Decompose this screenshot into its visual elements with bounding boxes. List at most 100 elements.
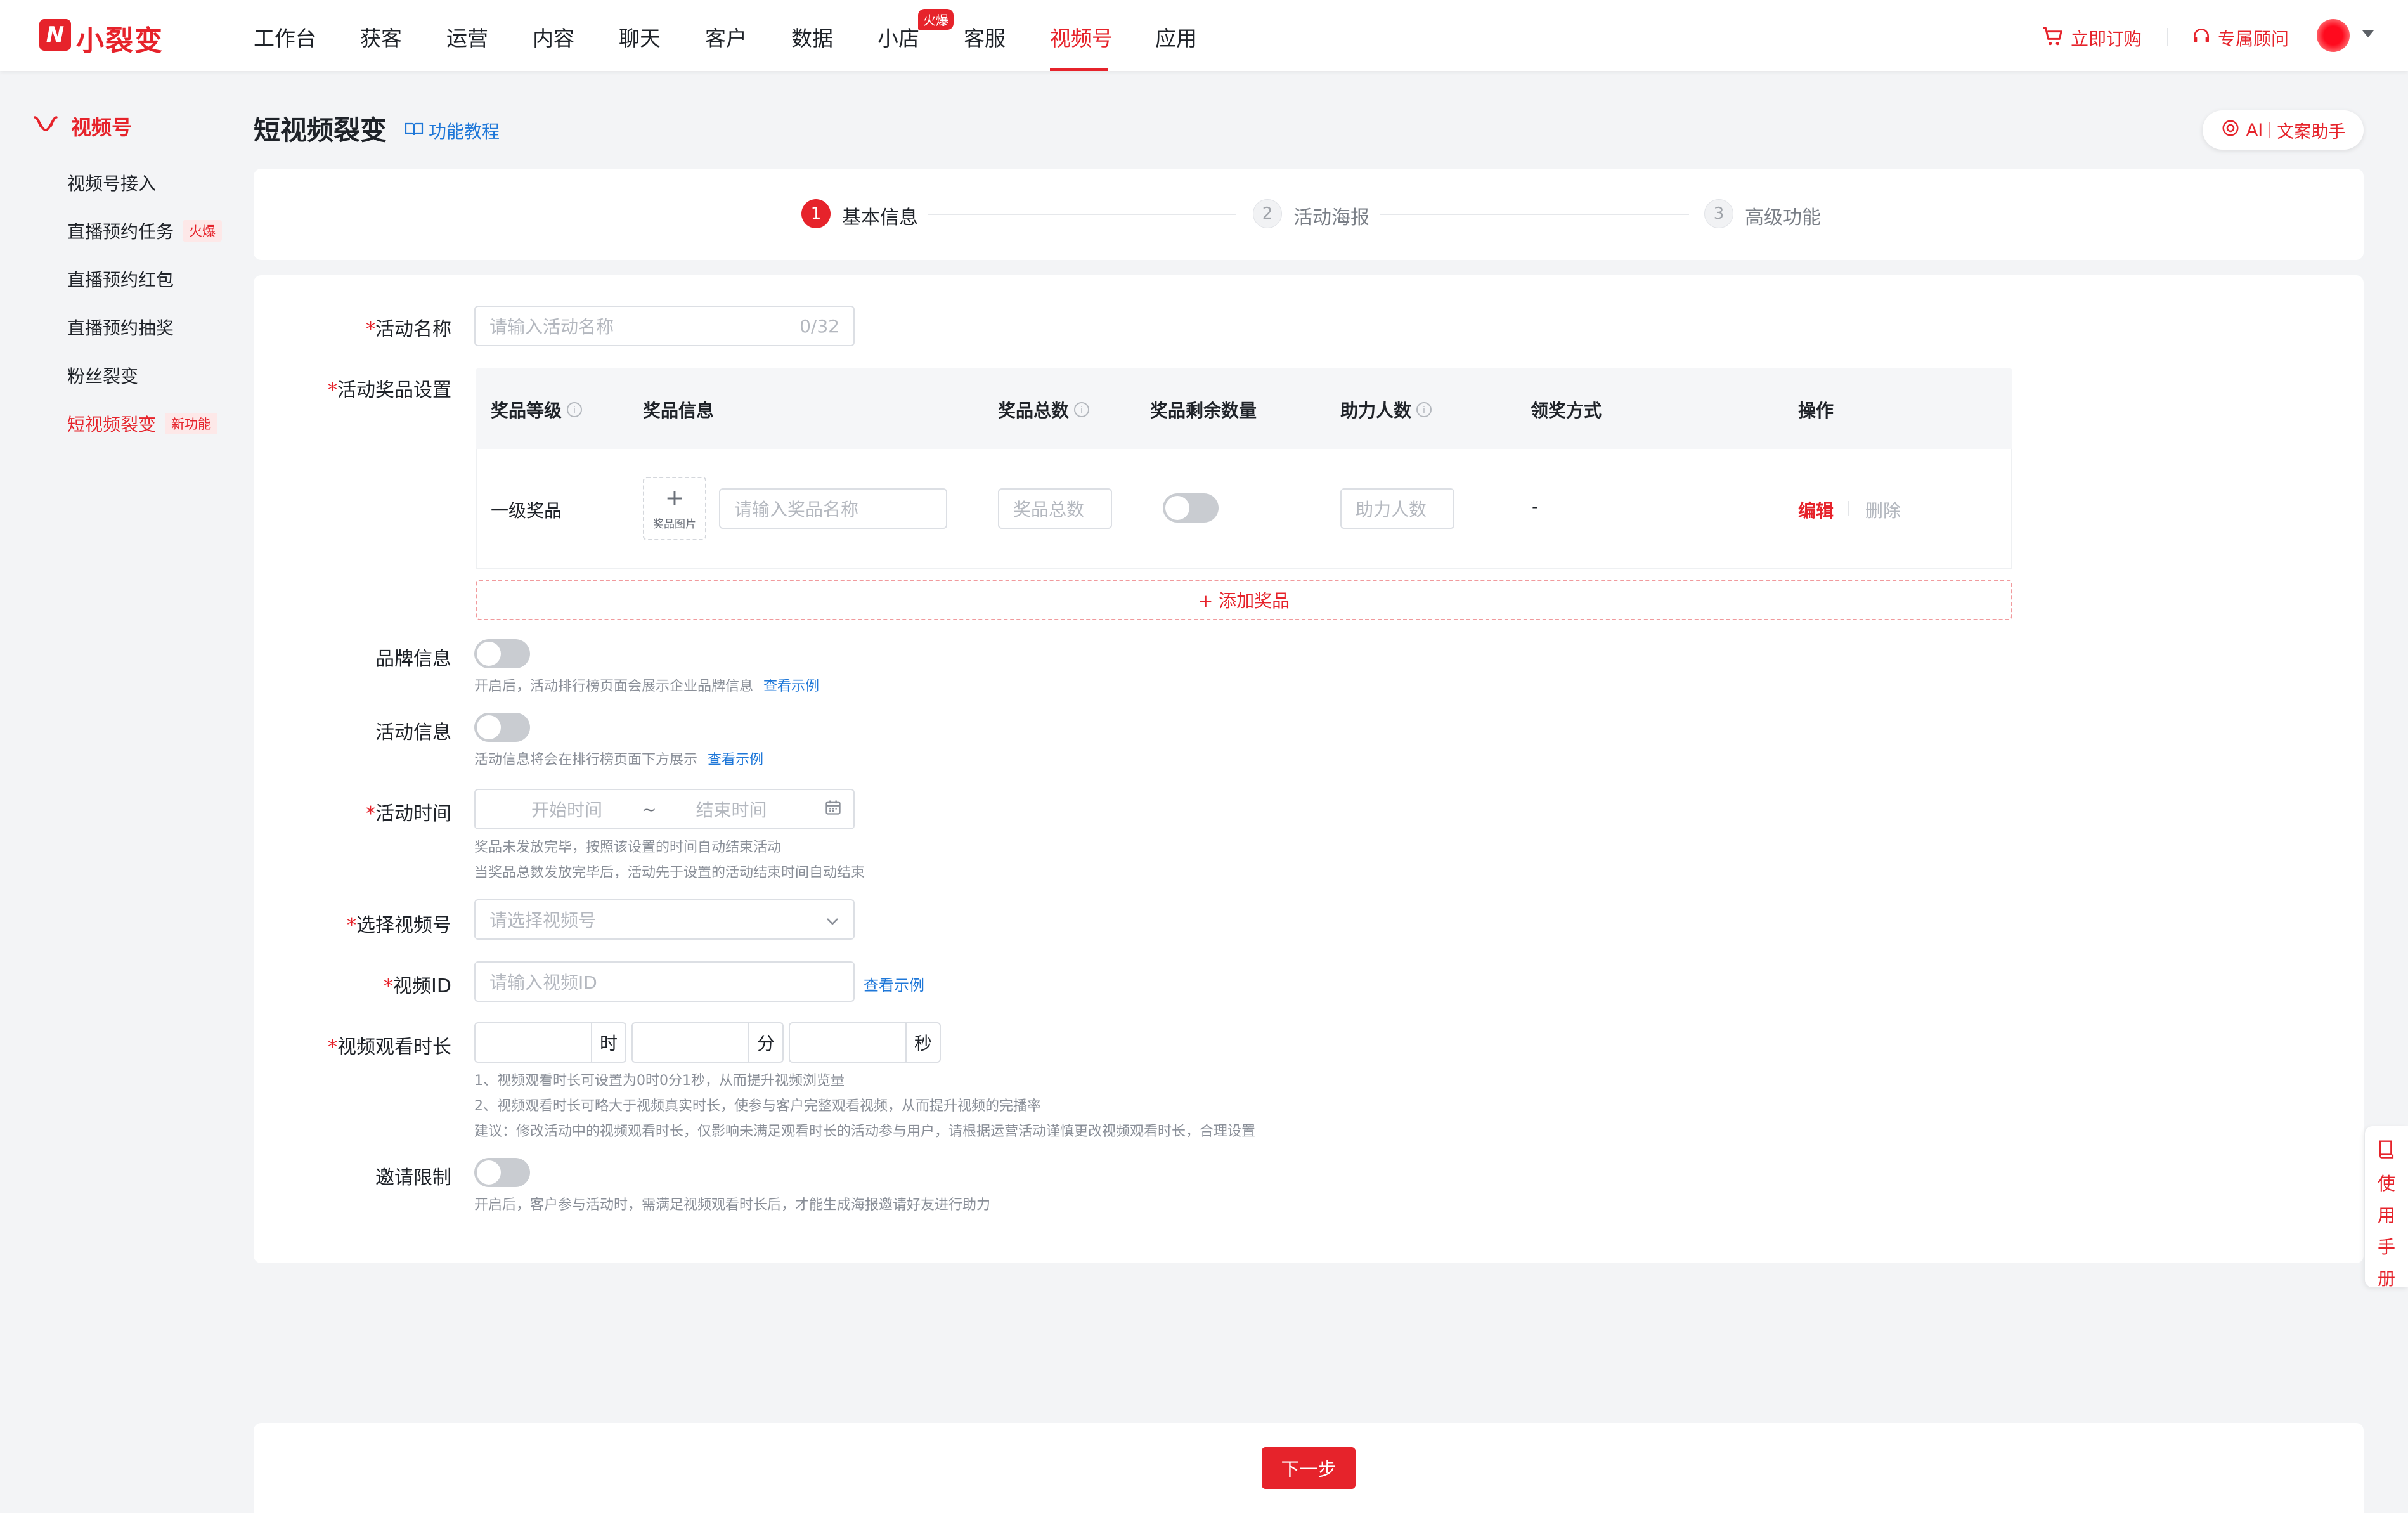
video-id-input[interactable]: 请输入视频ID — [474, 961, 855, 1002]
nav-item-data[interactable]: 数据 — [791, 22, 833, 52]
video-id-example-link[interactable]: 查看示例 — [864, 973, 924, 995]
book-icon — [405, 120, 424, 141]
ai-copywriting-button[interactable]: AI 文案助手 — [2203, 110, 2364, 150]
col-prize-total: 奖品总数 i — [998, 397, 1090, 422]
sidebar-item-label: 短视频裂变 — [67, 414, 157, 435]
chevron-down-icon[interactable] — [2362, 30, 2374, 37]
user-manual-tab[interactable]: 使 用 手 册 — [2365, 1126, 2408, 1289]
brand-logo-icon[interactable]: N — [39, 19, 71, 51]
sidebar-item-label: 直播预约任务 — [67, 221, 174, 242]
watch-duration-hint-1: 1、视频观看时长可设置为0时0分1秒，从而提升视频浏览量 — [474, 1073, 845, 1089]
col-prize-level: 奖品等级 i — [491, 397, 583, 422]
channel-select[interactable]: 请选择视频号 — [474, 899, 855, 940]
watch-duration-hint-2: 2、视频观看时长可略大于视频真实时长，使参与客户完整观看视频，从而提升视频的完播… — [474, 1098, 1042, 1114]
step-1-number: 1 — [801, 199, 831, 228]
sidebar-item-live-booking-redpacket[interactable]: 直播预约红包 — [67, 266, 174, 292]
advisor-link[interactable]: 专属顾问 — [2191, 25, 2289, 51]
watch-seconds-input[interactable]: 秒 — [789, 1022, 941, 1063]
sidebar-item-fan-fission[interactable]: 粉丝裂变 — [67, 363, 138, 388]
manual-book-icon — [2377, 1139, 2396, 1164]
activity-time-hint-2: 当奖品总数发放完毕后，活动先于设置的活动结束时间自动结束 — [474, 865, 865, 881]
order-now-link[interactable]: 立即订购 — [2042, 25, 2142, 51]
col-actions: 操作 — [1798, 400, 1834, 421]
watch-minutes-input[interactable]: 分 — [631, 1022, 784, 1063]
activity-time-label: *活动时间 — [366, 803, 451, 825]
brand-name[interactable]: 小裂变 — [76, 18, 164, 58]
upload-label: 奖品图片 — [653, 517, 696, 531]
sidebar-item-channel-connect[interactable]: 视频号接入 — [67, 170, 156, 195]
nav-item-shop[interactable]: 小店 — [877, 22, 919, 52]
activity-info-hint: 活动信息将会在排行榜页面下方展示 查看示例 — [474, 752, 764, 768]
brand-info-hint: 开启后，活动排行榜页面会展示企业品牌信息 查看示例 — [474, 679, 820, 694]
ai-label: AI — [2246, 120, 2263, 140]
helpers-input[interactable]: 助力人数 — [1340, 488, 1454, 529]
char-counter: 0/32 — [799, 315, 839, 337]
info-icon[interactable]: i — [567, 402, 583, 417]
step-2-number: 2 — [1253, 199, 1282, 228]
end-time-placeholder[interactable]: 结束时间 — [696, 796, 767, 822]
prize-name-input[interactable]: 请输入奖品名称 — [719, 488, 947, 529]
order-now-label: 立即订购 — [2071, 29, 2142, 49]
prize-remaining-toggle[interactable] — [1163, 493, 1219, 523]
delete-prize-button[interactable]: 删除 — [1865, 497, 1901, 523]
activity-info-example-link[interactable]: 查看示例 — [708, 752, 763, 768]
nav-item-acquire[interactable]: 获客 — [360, 22, 402, 52]
sidebar-item-label: 视频号接入 — [67, 173, 157, 194]
nav-item-workbench[interactable]: 工作台 — [254, 22, 316, 52]
sidebar-item-live-booking-task[interactable]: 直播预约任务 火爆 — [67, 218, 223, 244]
edit-prize-button[interactable]: 编辑 — [1798, 497, 1834, 523]
hours-unit: 时 — [591, 1023, 625, 1062]
nav-item-content[interactable]: 内容 — [533, 22, 574, 52]
step-connector — [928, 214, 1236, 215]
add-prize-button[interactable]: + 添加奖品 — [476, 580, 2012, 620]
tutorial-link[interactable]: 功能教程 — [405, 118, 500, 143]
sidebar-item-short-video-fission[interactable]: 短视频裂变 新功能 — [67, 411, 218, 436]
step-2-label[interactable]: 活动海报 — [1293, 202, 1369, 230]
brand-info-example-link[interactable]: 查看示例 — [763, 679, 819, 694]
step-3-label[interactable]: 高级功能 — [1745, 202, 1821, 230]
new-feature-tag: 新功能 — [165, 413, 218, 434]
activity-time-range-input[interactable]: 开始时间 ~ 结束时间 — [474, 789, 855, 829]
channels-icon — [33, 114, 58, 139]
manual-char: 册 — [2377, 1268, 2395, 1289]
manual-char: 使 — [2377, 1173, 2395, 1194]
calendar-icon[interactable] — [824, 798, 842, 821]
nav-item-customer[interactable]: 客户 — [705, 22, 747, 52]
sidebar-header[interactable]: 视频号 — [33, 112, 132, 141]
col-helpers: 助力人数 i — [1340, 397, 1432, 422]
nav-item-channels[interactable]: 视频号 — [1050, 22, 1113, 52]
prize-image-upload[interactable]: + 奖品图片 — [643, 477, 706, 540]
sidebar-item-label: 直播预约红包 — [67, 269, 174, 290]
step-1-label[interactable]: 基本信息 — [842, 202, 918, 230]
watch-duration-hint-3: 建议：修改活动中的视频观看时长，仅影响未满足观看时长的活动参与用户，请根据运营活… — [474, 1124, 1256, 1140]
divider — [2167, 28, 2168, 46]
info-icon[interactable]: i — [1416, 402, 1432, 417]
col-prize-info: 奖品信息 — [643, 400, 715, 421]
prize-total-input[interactable]: 奖品总数 — [998, 488, 1112, 529]
info-icon[interactable]: i — [1074, 402, 1090, 417]
activity-name-placeholder: 请输入活动名称 — [489, 316, 614, 337]
nav-item-apps[interactable]: 应用 — [1155, 22, 1197, 52]
user-avatar[interactable] — [2317, 19, 2350, 52]
activity-name-input[interactable]: 请输入活动名称 0/32 — [474, 306, 855, 346]
activity-info-toggle[interactable] — [474, 713, 530, 742]
nav-item-chat[interactable]: 聊天 — [619, 22, 661, 52]
watch-hours-input[interactable]: 时 — [474, 1022, 626, 1063]
next-step-button[interactable]: 下一步 — [1262, 1447, 1356, 1489]
minutes-unit: 分 — [748, 1023, 782, 1062]
start-time-placeholder[interactable]: 开始时间 — [531, 796, 602, 822]
ai-assist-label: 文案助手 — [2277, 122, 2346, 142]
invite-limit-label: 邀请限制 — [375, 1167, 451, 1189]
step-3-number: 3 — [1704, 199, 1733, 228]
hot-badge: 火爆 — [918, 9, 954, 30]
nav-item-service[interactable]: 客服 — [964, 22, 1006, 52]
nav-active-indicator — [1050, 68, 1108, 71]
sidebar-item-live-booking-lottery[interactable]: 直播预约抽奖 — [67, 315, 174, 340]
range-separator: ~ — [642, 798, 657, 820]
invite-limit-toggle[interactable] — [474, 1158, 530, 1187]
manual-char: 用 — [2377, 1205, 2395, 1226]
nav-item-operation[interactable]: 运营 — [446, 22, 488, 52]
sidebar-item-label: 粉丝裂变 — [67, 366, 139, 387]
advisor-label: 专属顾问 — [2218, 29, 2289, 49]
brand-info-toggle[interactable] — [474, 639, 530, 668]
